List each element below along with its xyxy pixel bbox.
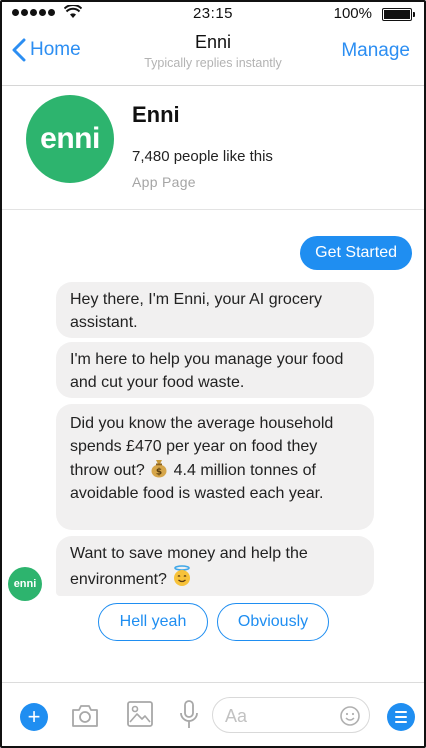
nav-bar: Home Enni Typically replies instantly Ma…: [2, 26, 424, 86]
incoming-message: I'm here to help you manage your food an…: [56, 342, 374, 398]
battery-percent: 100%: [333, 5, 372, 22]
incoming-message: Hey there, I'm Enni, your AI grocery ass…: [56, 282, 374, 338]
status-bar: 23:15 100%: [2, 2, 424, 26]
bot-avatar[interactable]: enni: [8, 567, 42, 601]
battery-icon: [382, 8, 415, 21]
money-bag-icon: $: [151, 460, 167, 478]
phone-frame: 23:15 100% Home Enni Typically replies i…: [0, 0, 426, 748]
halo-face-icon: [174, 565, 191, 586]
plus-icon[interactable]: +: [20, 703, 48, 731]
quick-reply-hell-yeah[interactable]: Hell yeah: [98, 603, 208, 641]
page-name[interactable]: Enni: [132, 102, 180, 128]
message-input[interactable]: [225, 704, 335, 728]
menu-icon[interactable]: [387, 703, 415, 731]
logo-text: enni: [40, 122, 100, 155]
manage-button[interactable]: Manage: [341, 40, 410, 62]
page-type: App Page: [132, 174, 196, 190]
page-header: enni Enni 7,480 people like this App Pag…: [2, 86, 424, 210]
avatar-text: enni: [13, 578, 37, 590]
smiley-icon[interactable]: [339, 705, 361, 727]
camera-icon[interactable]: [70, 702, 100, 730]
svg-text:$: $: [156, 468, 162, 478]
chat-thread[interactable]: Get Started Hey there, I'm Enni, your AI…: [2, 210, 424, 682]
incoming-message: Want to save money and help the environm…: [56, 536, 374, 596]
page-likes: 7,480 people like this: [132, 148, 273, 165]
outgoing-message[interactable]: Get Started: [300, 236, 412, 270]
microphone-icon[interactable]: [178, 699, 200, 731]
quick-reply-obviously[interactable]: Obviously: [217, 603, 329, 641]
message-input-wrapper[interactable]: [212, 697, 370, 733]
composer-bar: +: [2, 682, 424, 746]
incoming-message: Did you know the average household spend…: [56, 404, 374, 530]
image-icon[interactable]: [126, 700, 154, 728]
page-logo[interactable]: enni: [26, 95, 114, 183]
